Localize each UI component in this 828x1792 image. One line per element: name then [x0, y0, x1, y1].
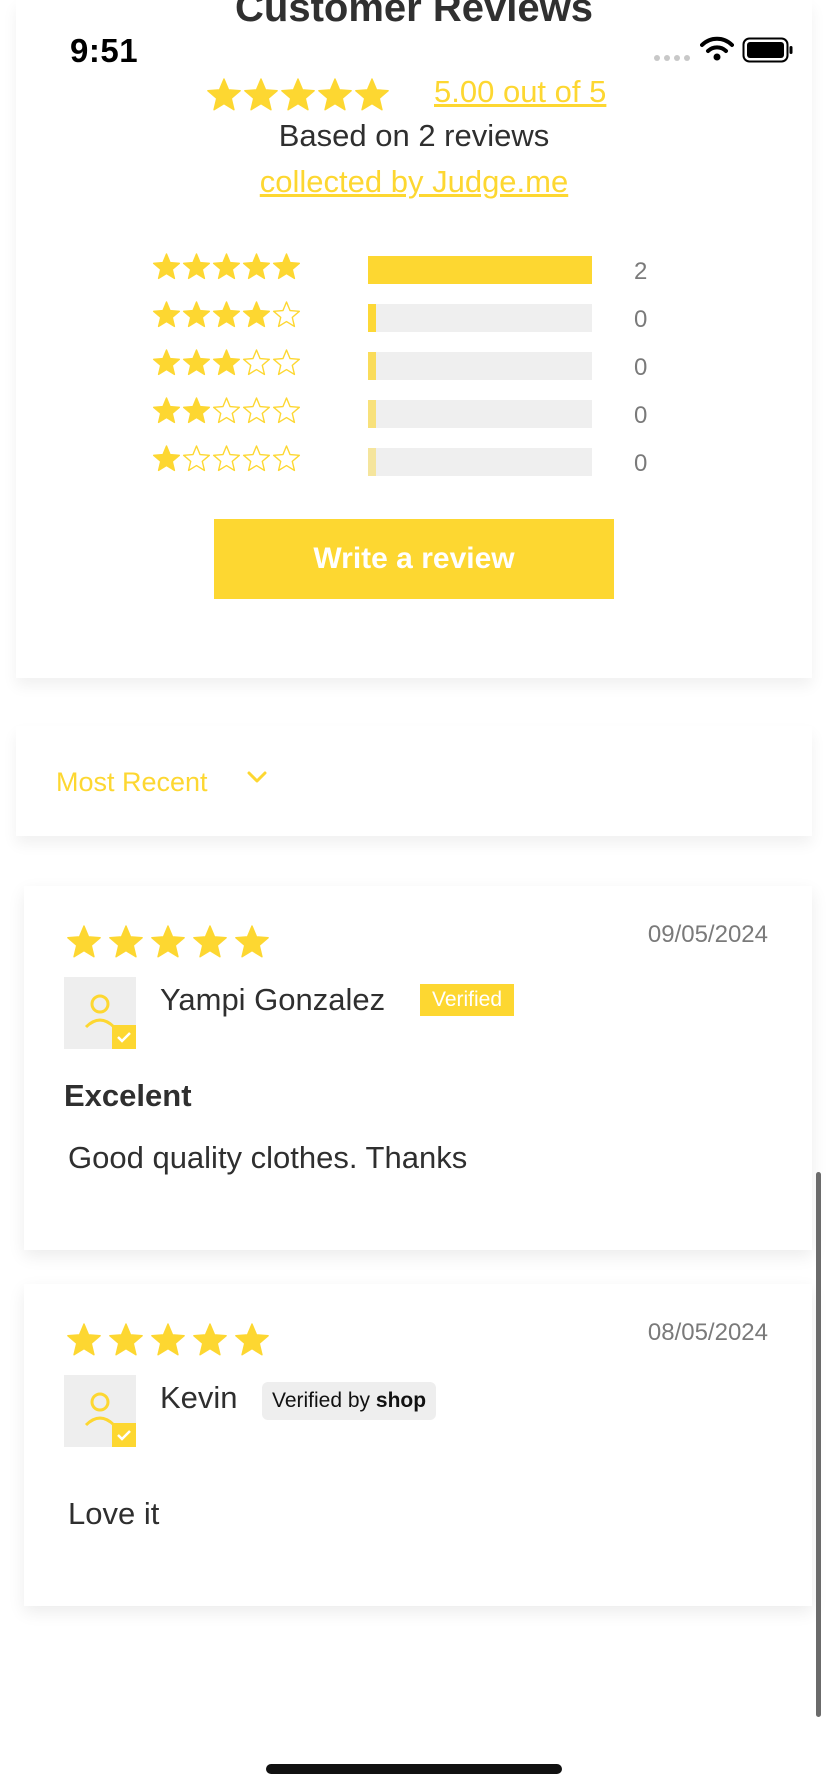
review-date: 08/05/2024 — [647, 1319, 768, 1346]
star-filled-icon — [244, 78, 278, 111]
review-stars — [67, 1323, 269, 1356]
star-filled-icon — [109, 1323, 143, 1356]
histogram-count-1: 0 — [634, 450, 648, 477]
star-filled-icon — [151, 925, 185, 958]
star-filled-icon — [182, 397, 211, 424]
star-filled-icon — [242, 253, 271, 280]
histogram-fill-3 — [368, 352, 376, 380]
verified-by-shop-badge: Verified by shop — [262, 1382, 437, 1420]
review-title: Excelent — [64, 1078, 192, 1113]
star-filled-icon — [109, 925, 143, 958]
sort-selected-label: Most Recent — [56, 767, 208, 797]
page-title: Customer Reviews — [235, 0, 593, 30]
home-indicator[interactable] — [266, 1764, 562, 1774]
histogram-bar-1 — [368, 448, 592, 476]
star-filled-icon — [67, 1323, 101, 1356]
review-body: Good quality clothes. Thanks — [68, 1140, 468, 1175]
chevron-down-icon — [246, 770, 268, 789]
avatar — [64, 977, 136, 1049]
star-filled-icon — [318, 78, 352, 111]
star-filled-icon — [193, 925, 227, 958]
star-filled-icon — [207, 78, 241, 111]
review-stars — [67, 925, 269, 958]
star-filled-icon — [212, 349, 241, 376]
verified-check-icon — [112, 1423, 136, 1447]
star-empty-icon — [272, 397, 301, 424]
star-filled-icon — [212, 253, 241, 280]
star-filled-icon — [152, 349, 181, 376]
star-empty-icon — [212, 445, 241, 472]
star-filled-icon — [281, 78, 315, 111]
star-empty-icon — [242, 349, 271, 376]
star-filled-icon — [182, 349, 211, 376]
verified-badge: Verified — [420, 984, 515, 1016]
histogram-stars-3 — [152, 349, 301, 376]
wifi-icon — [700, 36, 734, 67]
star-filled-icon — [67, 925, 101, 958]
histogram-bar-3 — [368, 352, 592, 380]
star-filled-icon — [242, 301, 271, 328]
verified-check-icon — [112, 1025, 136, 1049]
star-empty-icon — [242, 397, 271, 424]
star-filled-icon — [355, 78, 389, 111]
star-filled-icon — [182, 301, 211, 328]
histogram-bar-5 — [368, 256, 592, 284]
star-filled-icon — [272, 253, 301, 280]
star-filled-icon — [212, 301, 241, 328]
histogram-fill-4 — [368, 304, 376, 332]
star-empty-icon — [272, 301, 301, 328]
histogram-stars-5 — [152, 253, 301, 280]
histogram-bar-4 — [368, 304, 592, 332]
shop-badge-prefix: Verified by — [272, 1389, 371, 1412]
star-empty-icon — [182, 445, 211, 472]
reviewer-name: Yampi Gonzalez — [160, 982, 386, 1017]
star-filled-icon — [151, 1323, 185, 1356]
histogram-bar-2 — [368, 400, 592, 428]
star-filled-icon — [235, 1323, 269, 1356]
histogram-fill-2 — [368, 400, 376, 428]
star-empty-icon — [242, 445, 271, 472]
histogram-stars-4 — [152, 301, 301, 328]
status-time: 9:51 — [70, 32, 139, 69]
battery-icon — [742, 37, 794, 68]
histogram-stars-1 — [152, 445, 301, 472]
histogram-count-3: 0 — [634, 354, 648, 381]
signal-icon — [654, 50, 692, 68]
star-filled-icon — [193, 1323, 227, 1356]
star-filled-icon — [152, 445, 181, 472]
histogram-stars-2 — [152, 397, 301, 424]
reviewer-name: Kevin — [160, 1380, 238, 1415]
review-date: 09/05/2024 — [647, 921, 768, 948]
star-empty-icon — [272, 349, 301, 376]
histogram-count-5: 2 — [634, 258, 648, 285]
histogram-fill-5 — [368, 256, 592, 284]
star-filled-icon — [235, 925, 269, 958]
collected-by-row: collected by Judge.me — [0, 164, 828, 200]
histogram-count-4: 0 — [634, 306, 648, 333]
review-count-text: Based on 2 reviews — [278, 118, 550, 153]
histogram-count-2: 0 — [634, 402, 648, 429]
star-empty-icon — [212, 397, 241, 424]
star-filled-icon — [182, 253, 211, 280]
review-body: Love it — [68, 1496, 160, 1531]
write-review-button[interactable]: Write a review — [214, 519, 614, 599]
judgeme-link[interactable]: collected by Judge.me — [260, 164, 568, 199]
histogram-fill-1 — [368, 448, 376, 476]
star-filled-icon — [152, 253, 181, 280]
average-rating-stars — [206, 78, 412, 121]
scrollbar[interactable] — [816, 1172, 821, 1717]
shop-logo: shop — [375, 1389, 427, 1412]
avatar — [64, 1375, 136, 1447]
star-empty-icon — [272, 445, 301, 472]
average-rating-link[interactable]: 5.00 out of 5 — [434, 74, 606, 110]
star-filled-icon — [152, 301, 181, 328]
star-filled-icon — [152, 397, 181, 424]
